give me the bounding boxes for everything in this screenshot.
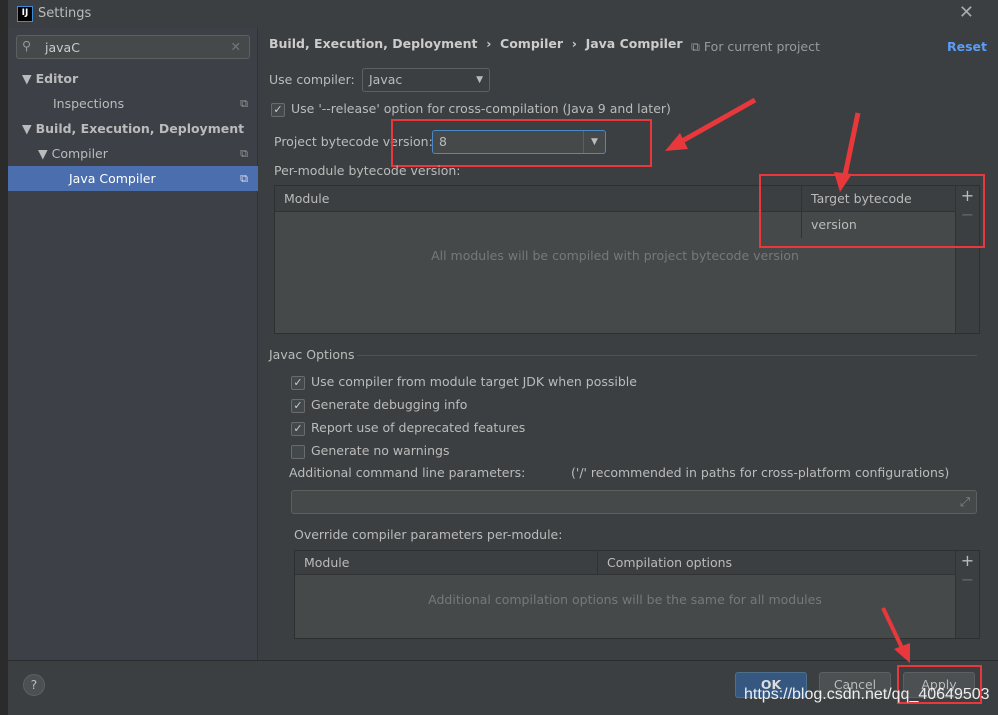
params-hint: ('/' recommended in paths for cross-plat… xyxy=(571,465,950,480)
tree-item-build[interactable]: ▼ Build, Execution, Deployment xyxy=(8,116,258,141)
checkbox-icon xyxy=(291,444,305,459)
app-icon: IJ xyxy=(17,6,33,22)
option-checkbox[interactable]: ✓ Report use of deprecated features xyxy=(291,418,525,438)
annotation-arrow xyxy=(834,112,861,192)
divider xyxy=(357,355,977,356)
tree-label: Editor xyxy=(35,71,79,86)
empty-text: Additional compilation options will be t… xyxy=(428,592,822,607)
annotation-arrow xyxy=(665,97,757,151)
search-value: javaC xyxy=(45,40,80,55)
release-option-checkbox[interactable]: ✓ Use '--release' option for cross-compil… xyxy=(271,99,671,119)
annotation-box xyxy=(759,174,985,248)
expand-icon: ▼ xyxy=(22,71,32,86)
project-scope-icon: ⧉ xyxy=(691,39,700,54)
add-icon[interactable]: + xyxy=(956,551,979,570)
empty-text: All modules will be compiled with projec… xyxy=(431,248,799,263)
breadcrumb-item: Java Compiler xyxy=(585,36,683,51)
watermark: https://blog.csdn.net/qq_40649503 xyxy=(744,686,990,703)
breadcrumb: Build, Execution, Deployment › Compiler … xyxy=(269,36,683,51)
option-checkbox[interactable]: Generate no warnings xyxy=(291,441,449,461)
clear-search-icon[interactable]: ✕ xyxy=(231,39,241,54)
checkbox-icon: ✓ xyxy=(271,102,285,117)
tree-label: Inspections xyxy=(53,96,125,111)
column-header-options[interactable]: Compilation options xyxy=(597,551,732,575)
background-window-edge xyxy=(0,0,8,715)
checkbox-label: Generate debugging info xyxy=(311,397,468,412)
column-header-module[interactable]: Module xyxy=(295,555,349,570)
project-scope-icon: ⧉ xyxy=(240,172,248,185)
params-label: Additional command line parameters: xyxy=(289,465,526,480)
search-icon: ⚲ xyxy=(22,38,32,53)
checkbox-icon: ✓ xyxy=(291,398,305,413)
use-compiler-label: Use compiler: xyxy=(269,72,355,87)
annotation-arrow xyxy=(881,607,910,663)
tree-label: Java Compiler xyxy=(69,171,156,186)
breadcrumb-item: Build, Execution, Deployment xyxy=(269,36,478,51)
select-value: Javac xyxy=(369,72,403,87)
remove-icon[interactable]: − xyxy=(956,570,979,589)
checkbox-label: Generate no warnings xyxy=(311,443,450,458)
expand-icon[interactable]: ⤢ xyxy=(960,491,970,513)
per-module-label: Per-module bytecode version: xyxy=(274,163,461,178)
chevron-down-icon: ▼ xyxy=(476,75,483,85)
expand-icon: ▼ xyxy=(22,121,32,136)
search-input[interactable]: ⚲ javaC ✕ xyxy=(16,35,250,59)
close-icon[interactable]: ✕ xyxy=(959,2,974,23)
annotation-box xyxy=(391,119,652,167)
option-checkbox[interactable]: ✓ Generate debugging info xyxy=(291,395,467,415)
checkbox-icon: ✓ xyxy=(291,375,305,390)
use-compiler-select[interactable]: Javac ▼ xyxy=(362,68,490,92)
project-scope-icon: ⧉ xyxy=(240,147,248,160)
checkbox-label: Use '--release' option for cross-compila… xyxy=(291,101,671,116)
option-checkbox[interactable]: ✓ Use compiler from module target JDK whe… xyxy=(291,372,637,392)
window-title: Settings xyxy=(38,6,92,21)
column-header-module[interactable]: Module xyxy=(275,191,329,206)
tree-item-java-compiler[interactable]: Java Compiler ⧉ xyxy=(8,166,258,191)
tree-label: Build, Execution, Deployment xyxy=(35,121,245,136)
project-scope-icon: ⧉ xyxy=(240,97,248,110)
javac-section-title: Javac Options xyxy=(269,347,355,362)
expand-icon: ▼ xyxy=(38,146,48,161)
tree-item-inspections[interactable]: Inspections ⧉ xyxy=(8,91,258,116)
title-bar: IJ Settings ✕ xyxy=(8,0,998,28)
checkbox-label: Report use of deprecated features xyxy=(311,420,526,435)
help-button[interactable]: ? xyxy=(23,674,45,696)
tree-item-editor[interactable]: ▼ Editor xyxy=(8,66,258,91)
checkbox-label: Use compiler from module target JDK when… xyxy=(311,374,637,389)
checkbox-icon: ✓ xyxy=(291,421,305,436)
tree-label: Compiler xyxy=(51,146,108,161)
scope-text: For current project xyxy=(703,39,820,54)
tree-item-compiler[interactable]: ▼ Compiler ⧉ xyxy=(8,141,258,166)
breadcrumb-item: Compiler xyxy=(500,36,563,51)
scope-note: ⧉ For current project xyxy=(691,39,820,55)
reset-link[interactable]: Reset xyxy=(947,39,987,54)
override-label: Override compiler parameters per-module: xyxy=(294,527,563,542)
params-input[interactable]: ⤢ xyxy=(291,490,977,514)
